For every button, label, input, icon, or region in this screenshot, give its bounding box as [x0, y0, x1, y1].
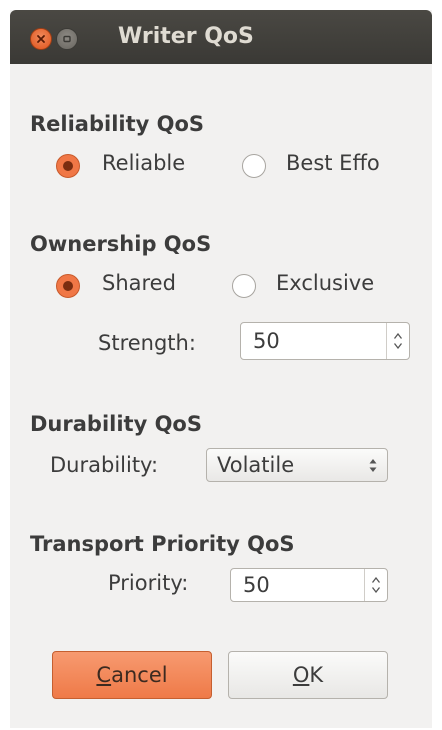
best-effort-label[interactable]: Best Effo — [286, 151, 380, 175]
transport-priority-heading: Transport Priority QoS — [30, 532, 295, 556]
ok-label: K — [309, 663, 324, 687]
durability-label: Durability: — [50, 453, 159, 477]
strength-label: Strength: — [98, 331, 196, 355]
priority-label: Priority: — [108, 571, 189, 595]
chevron-up-icon[interactable] — [372, 577, 380, 583]
reliability-heading: Reliability QoS — [30, 112, 205, 136]
strength-stepper[interactable] — [386, 323, 409, 359]
priority-stepper[interactable] — [364, 569, 387, 601]
ok-button[interactable]: OK — [228, 651, 388, 699]
ownership-heading: Ownership QoS — [30, 232, 212, 256]
strength-value[interactable]: 50 — [253, 329, 280, 353]
close-icon — [37, 35, 45, 43]
exclusive-label[interactable]: Exclusive — [276, 271, 374, 295]
priority-value[interactable]: 50 — [243, 573, 270, 597]
writer-qos-dialog: Writer QoS Reliability QoS Reliable Best… — [10, 10, 432, 728]
chevron-up-icon[interactable] — [394, 333, 402, 339]
cancel-label: ancel — [111, 663, 168, 687]
durability-value[interactable]: Volatile — [217, 453, 294, 477]
shared-radio[interactable] — [56, 274, 80, 298]
close-window-button[interactable] — [30, 28, 52, 50]
window-title: Writer QoS — [118, 24, 254, 49]
title-bar: Writer QoS — [10, 10, 432, 64]
shared-label[interactable]: Shared — [102, 271, 176, 295]
minimize-icon — [63, 35, 71, 43]
priority-spinbox[interactable]: 50 — [230, 568, 388, 602]
durability-combobox[interactable]: Volatile — [206, 448, 388, 482]
exclusive-radio[interactable] — [232, 274, 256, 298]
reliable-radio[interactable] — [56, 154, 80, 178]
chevron-down-icon — [369, 467, 377, 472]
durability-heading: Durability QoS — [30, 412, 202, 436]
chevron-down-icon[interactable] — [372, 587, 380, 593]
strength-spinbox[interactable]: 50 — [240, 322, 410, 360]
ok-mnemonic: O — [292, 663, 310, 687]
cancel-button[interactable]: Cancel — [52, 651, 212, 699]
chevron-down-icon[interactable] — [394, 343, 402, 349]
cancel-mnemonic: C — [96, 663, 112, 687]
reliable-label[interactable]: Reliable — [102, 151, 185, 175]
combo-arrows[interactable] — [369, 449, 377, 481]
minimize-window-button[interactable] — [56, 28, 78, 50]
best-effort-radio[interactable] — [242, 154, 266, 178]
chevron-up-icon — [369, 458, 377, 463]
